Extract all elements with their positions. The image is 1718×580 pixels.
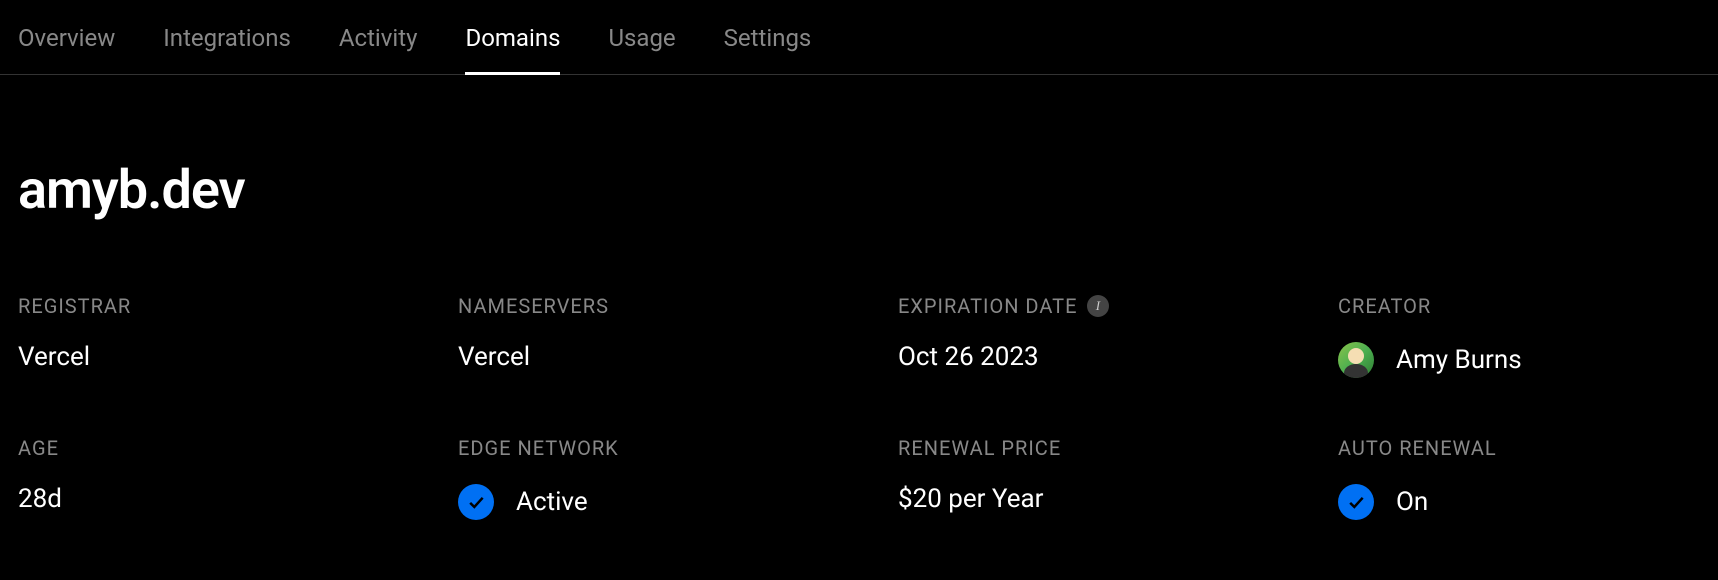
- auto-renewal-value: On: [1338, 484, 1700, 520]
- tab-integrations[interactable]: Integrations: [163, 24, 291, 74]
- main-content: amyb.dev Registrar Vercel Nameservers Ve…: [0, 75, 1718, 520]
- tab-overview[interactable]: Overview: [18, 24, 115, 74]
- expiration-label: Expiration Date i: [898, 294, 1338, 318]
- edge-network-value: Active: [458, 484, 898, 520]
- info-expiration: Expiration Date i Oct 26 2023: [898, 294, 1338, 378]
- info-nameservers: Nameservers Vercel: [458, 294, 898, 378]
- edge-network-status: Active: [516, 487, 588, 517]
- auto-renewal-status: On: [1396, 487, 1428, 517]
- creator-value: Amy Burns: [1338, 342, 1700, 378]
- info-age: Age 28d: [18, 436, 458, 520]
- info-icon[interactable]: i: [1087, 295, 1109, 317]
- info-creator: Creator Amy Burns: [1338, 294, 1700, 378]
- domain-name: amyb.dev: [18, 159, 1700, 222]
- info-edge-network: Edge Network Active: [458, 436, 898, 520]
- info-registrar: Registrar Vercel: [18, 294, 458, 378]
- info-auto-renewal: Auto Renewal On: [1338, 436, 1700, 520]
- nameservers-label: Nameservers: [458, 294, 898, 318]
- tab-nav: Overview Integrations Activity Domains U…: [0, 0, 1718, 75]
- tab-activity[interactable]: Activity: [339, 24, 418, 74]
- age-value: 28d: [18, 484, 458, 514]
- check-icon: [1338, 484, 1374, 520]
- renewal-price-value: $20 per Year: [898, 484, 1338, 514]
- registrar-value: Vercel: [18, 342, 458, 372]
- age-label: Age: [18, 436, 458, 460]
- avatar[interactable]: [1338, 342, 1374, 378]
- tab-domains[interactable]: Domains: [465, 24, 560, 74]
- renewal-price-label: Renewal Price: [898, 436, 1338, 460]
- auto-renewal-label: Auto Renewal: [1338, 436, 1700, 460]
- expiration-value: Oct 26 2023: [898, 342, 1338, 372]
- info-grid: Registrar Vercel Nameservers Vercel Expi…: [18, 294, 1700, 520]
- creator-name: Amy Burns: [1396, 345, 1522, 375]
- tab-settings[interactable]: Settings: [724, 24, 812, 74]
- edge-network-label: Edge Network: [458, 436, 898, 460]
- creator-label: Creator: [1338, 294, 1700, 318]
- info-renewal-price: Renewal Price $20 per Year: [898, 436, 1338, 520]
- tab-usage[interactable]: Usage: [608, 24, 675, 74]
- expiration-label-text: Expiration Date: [898, 294, 1077, 318]
- nameservers-value: Vercel: [458, 342, 898, 372]
- registrar-label: Registrar: [18, 294, 458, 318]
- check-icon: [458, 484, 494, 520]
